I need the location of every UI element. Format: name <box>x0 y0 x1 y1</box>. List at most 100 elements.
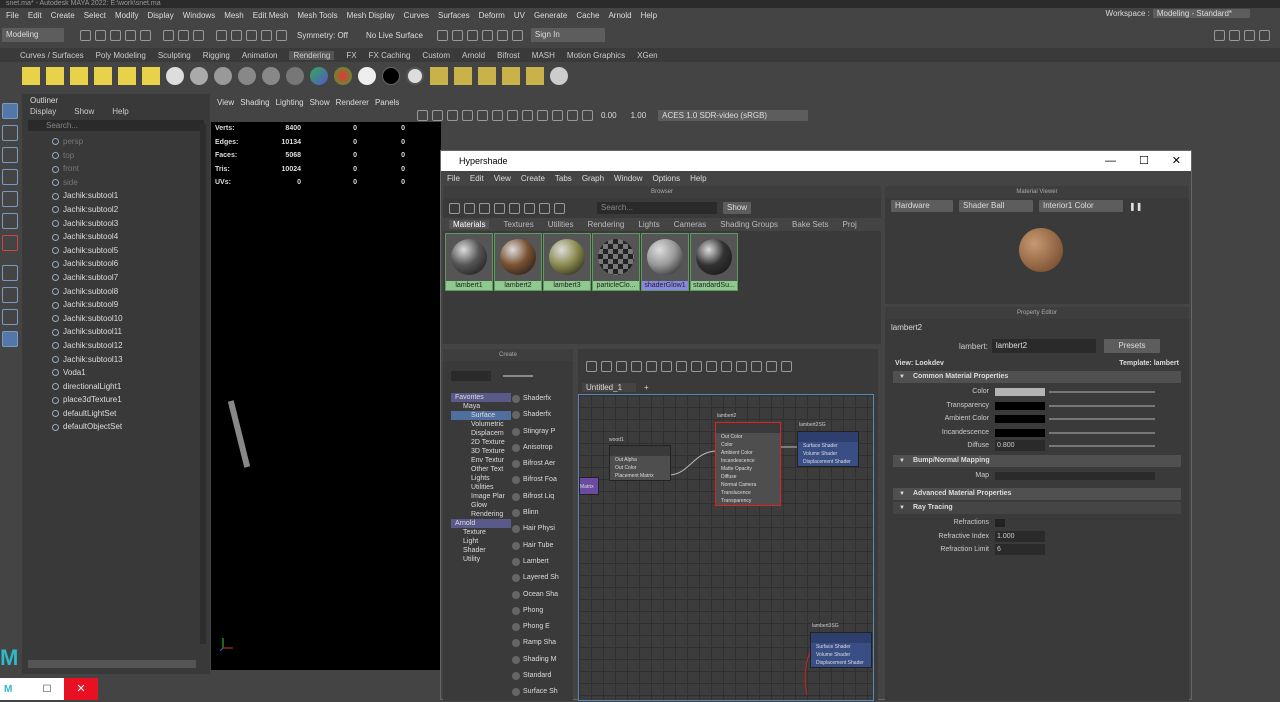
create-tree-item[interactable]: Utilities <box>451 483 511 492</box>
snap-grid-icon[interactable] <box>216 29 227 41</box>
lights-icon[interactable] <box>477 109 488 121</box>
menu-item[interactable]: Mesh <box>224 11 244 20</box>
shelf-tab[interactable]: Rigging <box>203 51 230 60</box>
create-node-item[interactable]: Standard <box>509 668 569 684</box>
xray-icon[interactable] <box>552 109 563 121</box>
property-color-swatch[interactable] <box>995 401 1045 410</box>
outliner-menu-item[interactable]: Show <box>66 107 94 116</box>
lasso-tool-icon[interactable] <box>2 125 18 141</box>
outliner-item[interactable]: Jachik:subtool1 <box>22 189 210 203</box>
material-swatch[interactable]: standardSu... <box>690 233 738 291</box>
shelf-tab[interactable]: Rendering <box>289 50 335 60</box>
simple-mode-icon[interactable] <box>691 360 702 372</box>
menu-item[interactable]: Mesh Tools <box>297 11 337 20</box>
batch-render-icon[interactable] <box>478 67 496 85</box>
film-gate-icon[interactable] <box>582 109 593 121</box>
browser-tab[interactable]: Materials <box>449 220 490 229</box>
viewport-menu-item[interactable]: Renderer <box>336 98 369 107</box>
menu-item[interactable]: Mesh Display <box>347 11 395 20</box>
menu-item[interactable]: Select <box>84 11 106 20</box>
node-port[interactable]: Diffuse <box>716 473 780 481</box>
create-node-item[interactable]: Phong <box>509 603 569 619</box>
node-port[interactable]: Color <box>716 441 780 449</box>
modeling-toolkit-icon[interactable] <box>1214 29 1225 41</box>
node-port[interactable]: Out Alpha <box>610 456 670 464</box>
full-mode-icon[interactable] <box>721 360 732 372</box>
hypershade-menu-item[interactable]: Graph <box>582 174 604 183</box>
property-tab[interactable]: lambert2 <box>885 323 1189 335</box>
hypershade-menu-item[interactable]: Create <box>521 174 545 183</box>
snap-curve-icon[interactable] <box>231 29 242 41</box>
select-object-icon[interactable] <box>178 29 189 41</box>
wireframe-icon[interactable] <box>432 109 443 121</box>
hypershade-menu-item[interactable]: Options <box>653 174 681 183</box>
render-sequence-icon[interactable] <box>502 67 520 85</box>
property-slider[interactable] <box>1049 391 1155 393</box>
property-color-swatch[interactable] <box>995 415 1045 423</box>
outliner-item[interactable]: defaultLightSet <box>22 407 210 421</box>
shelf-tab[interactable]: Animation <box>242 51 278 60</box>
ipr-icon[interactable] <box>466 29 478 41</box>
property-slider[interactable] <box>1049 445 1155 447</box>
snap-point-icon[interactable] <box>246 29 257 41</box>
outliner-menu-item[interactable]: Help <box>104 107 128 116</box>
move-tool-icon[interactable] <box>2 169 18 185</box>
create-node-item[interactable]: Ramp Sha <box>509 635 569 651</box>
menu-item[interactable]: Generate <box>534 11 567 20</box>
viewer-shape-dropdown[interactable]: Shader Ball <box>959 200 1033 212</box>
outliner-item[interactable]: Jachik:subtool2 <box>22 203 210 217</box>
node-port[interactable]: Placement Matrix <box>610 472 670 480</box>
lambert-material-icon[interactable] <box>190 67 208 85</box>
lambert2sg-node[interactable]: Surface Shader Volume Shader Displacement … <box>797 431 859 467</box>
create-node-item[interactable]: Hair Tube <box>509 538 569 554</box>
hypershade-icon[interactable] <box>496 29 508 41</box>
ipr-render-icon[interactable] <box>454 67 472 85</box>
create-node-item[interactable]: Blinn <box>509 505 569 521</box>
select-tool-icon[interactable] <box>2 103 18 119</box>
create-node-item[interactable]: Shading M <box>509 652 569 668</box>
outliner-item[interactable]: Voda1 <box>22 366 210 380</box>
taskbar-close-icon[interactable]: ✕ <box>64 678 98 700</box>
create-tree-item[interactable]: Displacem <box>451 429 511 438</box>
render-icon[interactable] <box>430 67 448 85</box>
hypershade-menu-item[interactable]: Tabs <box>555 174 572 183</box>
shelf-tab[interactable]: FX <box>346 51 356 60</box>
create-tree-item[interactable]: Light <box>451 537 511 546</box>
outliner-menu-item[interactable]: Display <box>22 107 56 116</box>
mode-dropdown[interactable]: Modeling <box>2 28 64 42</box>
shelf-tab[interactable]: Curves / Surfaces <box>20 51 84 60</box>
graph-canvas[interactable]: Matrix wood1 Out Alpha Out Color Placement… <box>578 394 874 701</box>
render-frame-icon[interactable] <box>451 29 463 41</box>
create-tree-item[interactable]: Arnold <box>451 519 511 528</box>
minimize-icon[interactable]: — <box>1105 151 1116 171</box>
bump-section[interactable]: Bump/Normal Mapping <box>893 454 1181 467</box>
clear-graph-icon[interactable] <box>631 360 642 372</box>
workspace-dropdown[interactable]: Modeling - Standard* <box>1152 9 1250 18</box>
outliner-item[interactable]: Jachik:subtool13 <box>22 353 210 367</box>
create-node-item[interactable]: Layered Sh <box>509 570 569 586</box>
create-node-item[interactable]: Shaderfx <box>509 407 569 423</box>
remove-selected-icon[interactable] <box>676 360 687 372</box>
material-swatch[interactable]: particleClo... <box>592 233 640 291</box>
menu-item[interactable]: File <box>6 11 19 20</box>
blinn-material-icon[interactable] <box>166 67 184 85</box>
menu-item[interactable]: Surfaces <box>438 11 470 20</box>
scale-tool-icon[interactable] <box>2 213 18 229</box>
node-port[interactable]: Volume Shader <box>798 450 858 458</box>
shelf-tab[interactable]: Poly Modeling <box>96 51 146 60</box>
property-slider[interactable] <box>1049 418 1155 420</box>
create-tree-item[interactable]: Env Textur <box>451 456 511 465</box>
close-icon[interactable]: ✕ <box>1172 151 1181 171</box>
add-selected-icon[interactable] <box>661 360 672 372</box>
snap-view-icon[interactable] <box>261 29 272 41</box>
ramp-shader-icon[interactable] <box>334 67 352 85</box>
create-node-item[interactable]: Anisotrop <box>509 440 569 456</box>
snap-surface-icon[interactable] <box>276 29 287 41</box>
new-scene-icon[interactable] <box>80 29 91 41</box>
node-port[interactable]: Out Color <box>716 433 780 441</box>
browser-tab[interactable]: Lights <box>638 220 659 229</box>
create-tree-item[interactable]: 3D Texture <box>451 447 511 456</box>
list-view-icon[interactable] <box>494 202 505 214</box>
node-port[interactable]: Displacement Shader <box>811 659 871 667</box>
node-port[interactable]: Ambient Color <box>716 449 780 457</box>
